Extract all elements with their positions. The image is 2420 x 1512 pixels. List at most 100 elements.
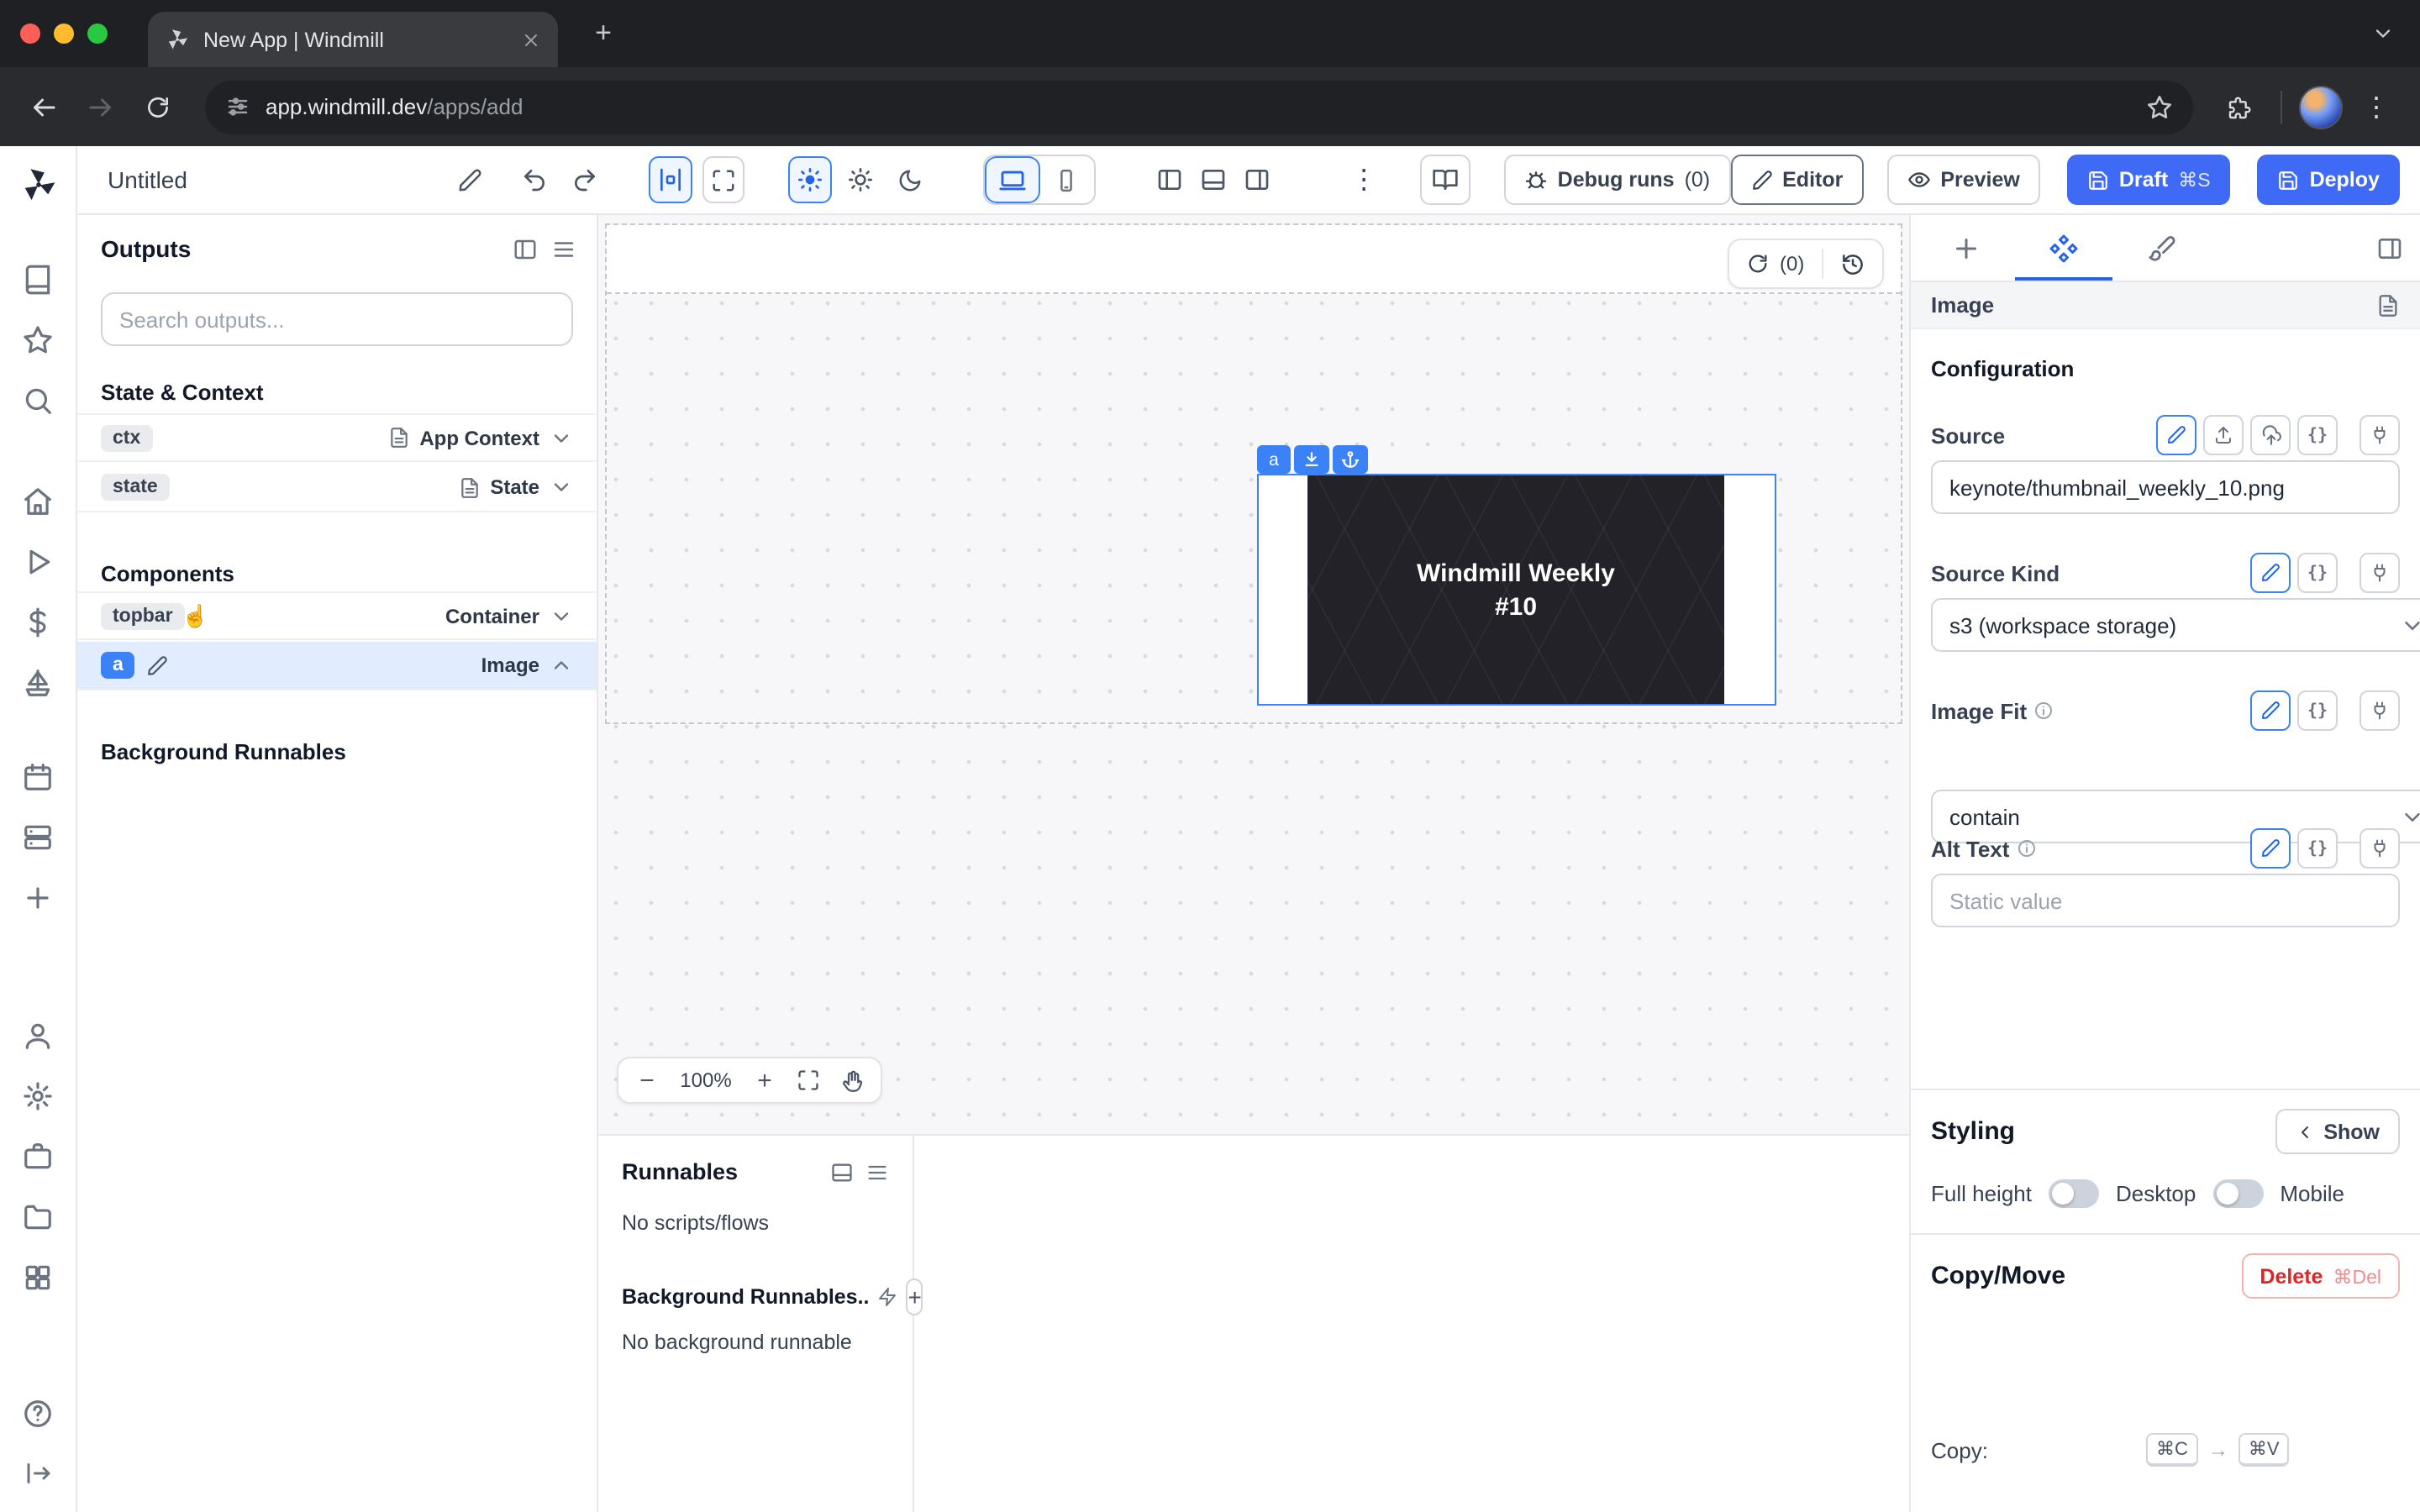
mobile-full-height-toggle[interactable] bbox=[2212, 1179, 2263, 1208]
selected-image-component[interactable]: Windmill Weekly #10 bbox=[1257, 474, 1776, 706]
reload-button[interactable] bbox=[134, 83, 182, 130]
new-tab-button[interactable]: + bbox=[583, 13, 623, 54]
theme-light-button[interactable] bbox=[789, 156, 833, 203]
source-kind-pencil-button[interactable] bbox=[2250, 553, 2291, 593]
zoom-window-button[interactable] bbox=[87, 24, 108, 44]
output-row-ctx[interactable]: ctx App Context bbox=[77, 413, 597, 462]
site-settings-icon[interactable] bbox=[225, 94, 250, 119]
profile-avatar[interactable] bbox=[2299, 85, 2343, 129]
fit-view-button[interactable] bbox=[788, 1060, 829, 1100]
redo-button[interactable] bbox=[565, 158, 605, 202]
sidebar-favorites-icon[interactable] bbox=[13, 314, 63, 365]
windmill-logo-icon[interactable] bbox=[13, 160, 63, 210]
tab-insert-component[interactable] bbox=[1918, 215, 2015, 281]
theme-dark-button[interactable] bbox=[889, 156, 933, 203]
panel-bottom-toggle-icon[interactable] bbox=[1193, 158, 1234, 202]
tab-search-chevron-icon[interactable] bbox=[2363, 13, 2403, 54]
list-view-icon[interactable] bbox=[551, 236, 576, 261]
sidebar-docs-icon[interactable] bbox=[13, 254, 63, 304]
browser-tab[interactable]: New App | Windmill bbox=[148, 12, 558, 67]
tab-styling-brush[interactable] bbox=[2112, 215, 2210, 281]
app-canvas[interactable]: a Windmill Weekly #10 (0) − 100% + bbox=[598, 215, 1909, 1134]
sidebar-settings-gear-icon[interactable] bbox=[13, 1070, 63, 1121]
back-button[interactable] bbox=[20, 83, 67, 130]
image-fit-plug-button[interactable] bbox=[2360, 690, 2400, 731]
sidebar-add-icon[interactable] bbox=[13, 872, 63, 922]
dock-bottom-icon[interactable] bbox=[830, 1160, 854, 1184]
bookmark-star-icon[interactable] bbox=[2146, 92, 2173, 120]
docs-book-button[interactable] bbox=[1421, 155, 1470, 205]
sidebar-search-icon[interactable] bbox=[13, 375, 63, 425]
selected-component-id-chip[interactable]: a bbox=[1257, 445, 1291, 474]
source-kind-select[interactable]: s3 (workspace storage) bbox=[1931, 598, 2420, 652]
minimize-window-button[interactable] bbox=[54, 24, 74, 44]
panel-left-toggle-icon[interactable] bbox=[1150, 158, 1191, 202]
mobile-view-button[interactable] bbox=[1039, 156, 1095, 203]
source-static-pencil-button[interactable] bbox=[2156, 415, 2196, 455]
sidebar-home-icon[interactable] bbox=[13, 475, 63, 526]
tab-close-icon[interactable] bbox=[521, 28, 541, 51]
sidebar-help-icon[interactable] bbox=[13, 1388, 63, 1438]
panel-right-toggle-icon[interactable] bbox=[1237, 158, 1277, 202]
theme-auto-button[interactable] bbox=[839, 156, 882, 203]
deploy-button[interactable]: Deploy bbox=[2258, 155, 2400, 205]
sidebar-apps-grid-icon[interactable] bbox=[13, 1252, 63, 1302]
add-background-runnable-button[interactable]: + bbox=[907, 1278, 923, 1315]
component-row-a[interactable]: a Image bbox=[77, 642, 597, 690]
component-row-topbar[interactable]: topbar ☝ Container bbox=[77, 591, 597, 640]
sidebar-folders-icon[interactable] bbox=[13, 1191, 63, 1242]
draft-button[interactable]: Draft ⌘S bbox=[2067, 155, 2231, 205]
editor-button[interactable]: Editor bbox=[1730, 155, 1863, 205]
source-kind-plug-button[interactable] bbox=[2360, 553, 2400, 593]
chevron-down-icon[interactable] bbox=[550, 426, 573, 449]
pan-hand-button[interactable] bbox=[832, 1060, 872, 1100]
dock-panel-icon[interactable] bbox=[513, 236, 538, 261]
zoom-out-button[interactable]: − bbox=[627, 1060, 667, 1100]
anchor-component-icon[interactable] bbox=[1333, 445, 1368, 474]
component-doc-icon[interactable] bbox=[2376, 295, 2400, 318]
source-kind-braces-button[interactable]: {} bbox=[2297, 553, 2338, 593]
alt-text-braces-button[interactable]: {} bbox=[2297, 828, 2338, 869]
image-fit-braces-button[interactable]: {} bbox=[2297, 690, 2338, 731]
address-bar[interactable]: app.windmill.dev/apps/add bbox=[205, 80, 2193, 134]
edit-pencil-icon[interactable] bbox=[147, 654, 169, 676]
output-row-state[interactable]: state State bbox=[77, 464, 597, 512]
history-button[interactable] bbox=[1823, 251, 1881, 276]
sidebar-expand-icon[interactable] bbox=[13, 1448, 63, 1499]
source-connect-plug-button[interactable] bbox=[2360, 415, 2400, 455]
sidebar-ship-icon[interactable] bbox=[13, 657, 63, 707]
alt-text-pencil-button[interactable] bbox=[2250, 828, 2291, 869]
chevron-up-icon[interactable] bbox=[550, 654, 573, 677]
chevron-down-icon[interactable] bbox=[550, 475, 573, 499]
desktop-full-height-toggle[interactable] bbox=[2049, 1179, 2099, 1208]
sidebar-runs-icon[interactable] bbox=[13, 536, 63, 586]
debug-runs-button[interactable]: Debug runs (0) bbox=[1504, 155, 1730, 205]
chevron-down-icon[interactable] bbox=[550, 604, 573, 627]
image-fit-pencil-button[interactable] bbox=[2250, 690, 2291, 731]
source-template-braces-button[interactable]: {} bbox=[2297, 415, 2338, 455]
alt-text-plug-button[interactable] bbox=[2360, 828, 2400, 869]
sidebar-users-icon[interactable] bbox=[13, 1010, 63, 1060]
forward-button[interactable] bbox=[77, 83, 124, 130]
alt-text-input[interactable] bbox=[1931, 874, 2400, 927]
sidebar-schedules-icon[interactable] bbox=[13, 751, 63, 801]
search-outputs-input[interactable] bbox=[101, 292, 573, 346]
list-view-icon[interactable] bbox=[865, 1160, 889, 1184]
topbar-container[interactable] bbox=[607, 225, 1901, 294]
fullscreen-canvas-button[interactable] bbox=[702, 156, 745, 203]
component-outline-toggle-button[interactable] bbox=[649, 156, 692, 203]
tab-component-settings[interactable] bbox=[2015, 215, 2112, 281]
expand-component-icon[interactable] bbox=[1294, 445, 1329, 474]
sidebar-workers-icon[interactable] bbox=[13, 811, 63, 862]
sidebar-variables-icon[interactable] bbox=[13, 596, 63, 647]
close-window-button[interactable] bbox=[20, 24, 40, 44]
sidebar-jobs-briefcase-icon[interactable] bbox=[13, 1131, 63, 1181]
show-styling-button[interactable]: Show bbox=[2275, 1109, 2400, 1154]
undo-button[interactable] bbox=[515, 158, 555, 202]
more-menu-icon[interactable]: ⋮ bbox=[1344, 158, 1384, 202]
desktop-view-button[interactable] bbox=[984, 156, 1039, 203]
zoom-in-button[interactable]: + bbox=[744, 1060, 785, 1100]
rename-pencil-icon[interactable] bbox=[448, 158, 492, 202]
source-upload-button[interactable] bbox=[2203, 415, 2244, 455]
collapse-panel-icon[interactable] bbox=[2376, 234, 2403, 261]
